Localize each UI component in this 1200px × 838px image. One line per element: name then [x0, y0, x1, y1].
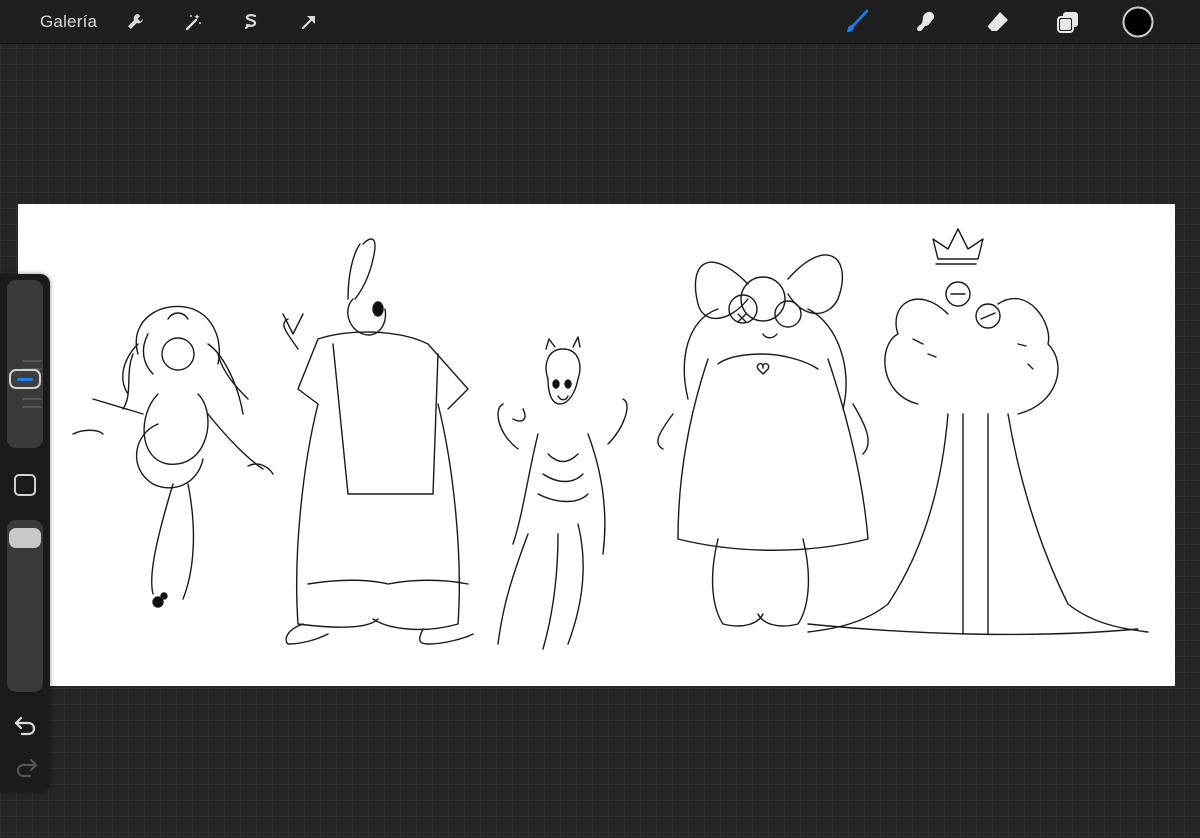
opacity-slider[interactable] — [7, 520, 43, 692]
layers-icon — [1057, 12, 1078, 33]
opacity-thumb[interactable] — [9, 528, 41, 548]
size-indicator — [17, 378, 33, 381]
sketch-figure-rabbit — [282, 238, 474, 645]
selection-icon — [244, 14, 257, 30]
undo-button[interactable] — [13, 714, 39, 736]
drawing-canvas[interactable] — [18, 204, 1175, 686]
sketch-figure-mask — [497, 336, 628, 650]
magic-wand-icon — [185, 14, 201, 31]
sketch-figure-crowned-gown — [807, 228, 1149, 636]
move-arrow-icon — [301, 16, 315, 30]
slider-tick — [22, 360, 42, 362]
top-toolbar: Galería — [0, 0, 1200, 44]
brush-size-thumb[interactable] — [9, 369, 41, 389]
sketch-drawing — [72, 228, 1149, 650]
color-button[interactable] — [1121, 5, 1155, 39]
actions-button[interactable] — [120, 7, 150, 37]
redo-button[interactable] — [13, 756, 39, 778]
gallery-button[interactable]: Galería — [40, 12, 97, 32]
smudge-icon — [917, 11, 935, 32]
smudge-button[interactable] — [912, 7, 942, 37]
wrench-icon — [128, 14, 143, 29]
sketch-figure-bow-girl — [657, 254, 869, 627]
brush-button[interactable] — [842, 7, 872, 37]
slider-tick — [22, 398, 42, 400]
sketch-figure-jester — [72, 305, 274, 608]
adjustments-button[interactable] — [178, 7, 208, 37]
eraser-icon — [986, 12, 1008, 32]
brush-size-slider[interactable] — [7, 280, 43, 448]
selection-button[interactable] — [236, 7, 266, 37]
undo-icon — [14, 716, 36, 736]
transform-button[interactable] — [294, 7, 324, 37]
slider-tick — [22, 406, 42, 408]
modify-button[interactable] — [14, 474, 36, 496]
sidebar — [0, 274, 50, 792]
eraser-button[interactable] — [983, 7, 1013, 37]
brush-icon — [847, 9, 869, 33]
color-swatch — [1122, 6, 1154, 38]
redo-icon — [16, 758, 38, 778]
layers-button[interactable] — [1053, 7, 1083, 37]
